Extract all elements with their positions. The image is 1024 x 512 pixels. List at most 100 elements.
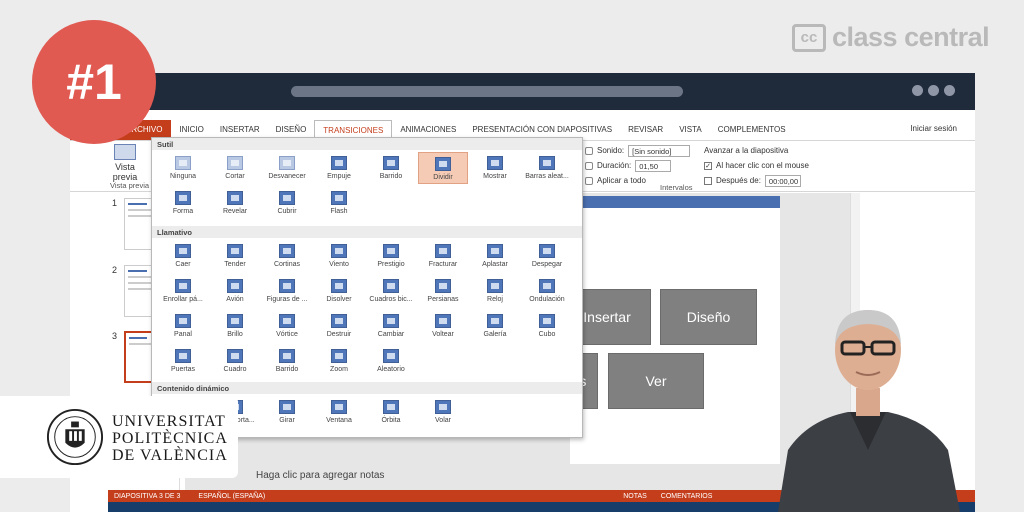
transition-label: Caer [175, 261, 191, 268]
transition-item[interactable]: Dividir [418, 152, 468, 184]
transition-item[interactable]: Barrido [366, 152, 416, 184]
transition-label: Viento [329, 261, 349, 268]
transition-item[interactable]: Viento [314, 240, 364, 272]
sound-icon [585, 146, 593, 155]
comments-button[interactable]: COMENTARIOS [661, 493, 713, 500]
sound-select[interactable]: [Sin sonido] [628, 144, 691, 157]
transition-item[interactable]: Ventana [314, 396, 364, 428]
tab-complementos[interactable]: COMPLEMENTOS [710, 120, 794, 140]
transition-item[interactable]: Avión [210, 275, 260, 307]
after-checkbox[interactable] [704, 176, 712, 185]
transition-preview-icon [175, 156, 191, 170]
transition-item[interactable]: Zoom [314, 345, 364, 377]
transition-item[interactable]: Girar [262, 396, 312, 428]
transition-preview-icon [331, 156, 347, 170]
transition-item[interactable]: Cambiar [366, 310, 416, 342]
transition-label: Voltear [432, 331, 454, 338]
transition-item[interactable]: Órbita [366, 396, 416, 428]
class-central-icon: cc [792, 23, 826, 52]
transition-item[interactable]: Cuadros bic... [366, 275, 416, 307]
transition-label: Reloj [487, 296, 503, 303]
transition-item[interactable]: Volar [418, 396, 468, 428]
transition-item[interactable]: Persianas [418, 275, 468, 307]
notes-button[interactable]: NOTAS [623, 493, 647, 500]
transition-item[interactable]: Voltear [418, 310, 468, 342]
transition-item[interactable]: Barras aleat... [522, 152, 572, 184]
transition-item[interactable]: Desvanecer [262, 152, 312, 184]
transition-preview-icon [435, 244, 451, 258]
language-indicator[interactable]: ESPAÑOL (ESPAÑA) [198, 493, 265, 500]
transition-item[interactable]: Panal [158, 310, 208, 342]
transition-item[interactable]: Despegar [522, 240, 572, 272]
transition-preview-icon [539, 156, 555, 170]
upv-line-1: UNIVERSITAT [112, 413, 226, 430]
transition-item[interactable]: Destruir [314, 310, 364, 342]
transition-item[interactable]: Galería [470, 310, 520, 342]
transition-item[interactable]: Mostrar [470, 152, 520, 184]
duration-input[interactable]: 01,50 [635, 159, 672, 172]
transition-item[interactable]: Ondulación [522, 275, 572, 307]
sign-in-link[interactable]: Iniciar sesión [910, 124, 957, 133]
advance-group: Avanzar a la diapositiva ✓ Al hacer clic… [704, 143, 809, 188]
browser-toolbar [70, 73, 975, 110]
transition-preview-icon [331, 349, 347, 363]
transition-preview-icon [175, 191, 191, 205]
transition-item[interactable]: Forma [158, 187, 208, 219]
transition-item[interactable]: Cortar [210, 152, 260, 184]
preview-button[interactable]: Vista previa [110, 144, 140, 182]
transition-preview-icon [383, 156, 399, 170]
transition-item[interactable]: Brillo [210, 310, 260, 342]
transition-label: Cortinas [273, 261, 301, 268]
transition-item[interactable]: Enrollar pá... [158, 275, 208, 307]
transition-label: Forma [172, 208, 194, 215]
transition-item[interactable]: Vórtice [262, 310, 312, 342]
transition-item[interactable]: Cortinas [262, 240, 312, 272]
intervals-group-label: Intervalos [660, 183, 693, 192]
transition-item[interactable]: Prestigio [366, 240, 416, 272]
transition-item[interactable]: Cubo [522, 310, 572, 342]
transition-item[interactable]: Flash [314, 187, 364, 219]
on-click-checkbox[interactable]: ✓ [704, 161, 712, 170]
transition-item[interactable]: Empuje [314, 152, 364, 184]
transition-label: Ventana [326, 417, 352, 424]
transition-preview-icon [383, 314, 399, 328]
tab-vista[interactable]: VISTA [671, 120, 710, 140]
transition-preview-icon [175, 349, 191, 363]
transition-item[interactable]: Ninguna [158, 152, 208, 184]
upv-line-3: DE VALÈNCIA [112, 447, 228, 464]
transition-item[interactable]: Cuadro [210, 345, 260, 377]
transition-preview-icon [175, 244, 191, 258]
transition-item[interactable]: Aplastar [470, 240, 520, 272]
transition-item[interactable]: Cubrir [262, 187, 312, 219]
transition-item[interactable]: Tender [210, 240, 260, 272]
after-input[interactable]: 00:00,00 [764, 174, 801, 187]
upv-seal-icon [46, 408, 104, 466]
transition-item[interactable]: Disolver [314, 275, 364, 307]
transition-preview-icon [539, 314, 555, 328]
notes-pane[interactable]: Haga clic para agregar notas [250, 460, 850, 485]
transition-item[interactable]: Figuras de ... [262, 275, 312, 307]
transition-label: Despegar [531, 261, 563, 268]
transition-label: Ondulación [529, 296, 565, 303]
transition-item[interactable]: Caer [158, 240, 208, 272]
transition-label: Volar [435, 417, 451, 424]
transition-item[interactable]: Barrido [262, 345, 312, 377]
transition-item[interactable]: Aleatorio [366, 345, 416, 377]
presenter-video [778, 310, 960, 512]
address-bar[interactable] [291, 86, 683, 97]
browser-menu[interactable] [912, 85, 955, 96]
transition-label: Ninguna [169, 173, 197, 180]
advance-title: Avanzar a la diapositiva [704, 146, 789, 155]
transition-preview-icon [331, 191, 347, 205]
transition-label: Prestigio [377, 261, 405, 268]
transition-item[interactable]: Reloj [470, 275, 520, 307]
transition-item[interactable]: Fracturar [418, 240, 468, 272]
slide-button-ver[interactable]: Ver [608, 353, 704, 409]
slide-button-diseno[interactable]: Diseño [660, 289, 757, 345]
apply-all-button[interactable]: Aplicar a todo [597, 176, 646, 185]
transition-preview-icon [487, 244, 503, 258]
transition-item[interactable]: Revelar [210, 187, 260, 219]
transition-item[interactable]: Puertas [158, 345, 208, 377]
tab-revisar[interactable]: REVISAR [620, 120, 671, 140]
transition-label: Brillo [227, 331, 243, 338]
